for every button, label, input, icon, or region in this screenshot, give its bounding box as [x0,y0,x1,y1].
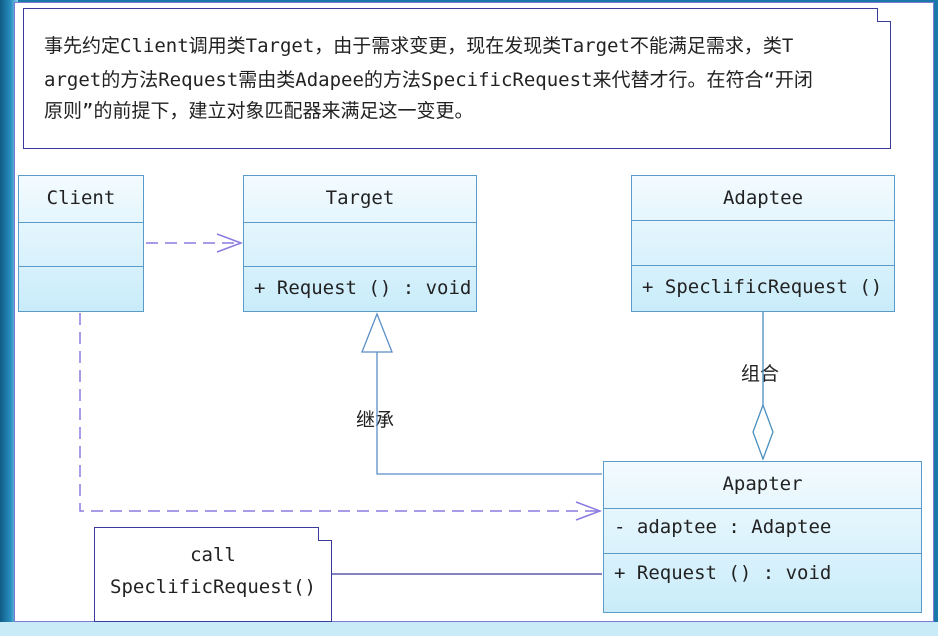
apapter-target-inheritance [361,312,602,475]
slide-frame: 事先约定Client调用类Target，由于需求变更，现在发现类Target不能… [0,0,938,636]
connectors-layer [79,233,774,575]
adaptee-apapter-composition [752,312,774,461]
client-apapter-dependency [79,313,603,521]
client-target-dependency [146,233,244,253]
